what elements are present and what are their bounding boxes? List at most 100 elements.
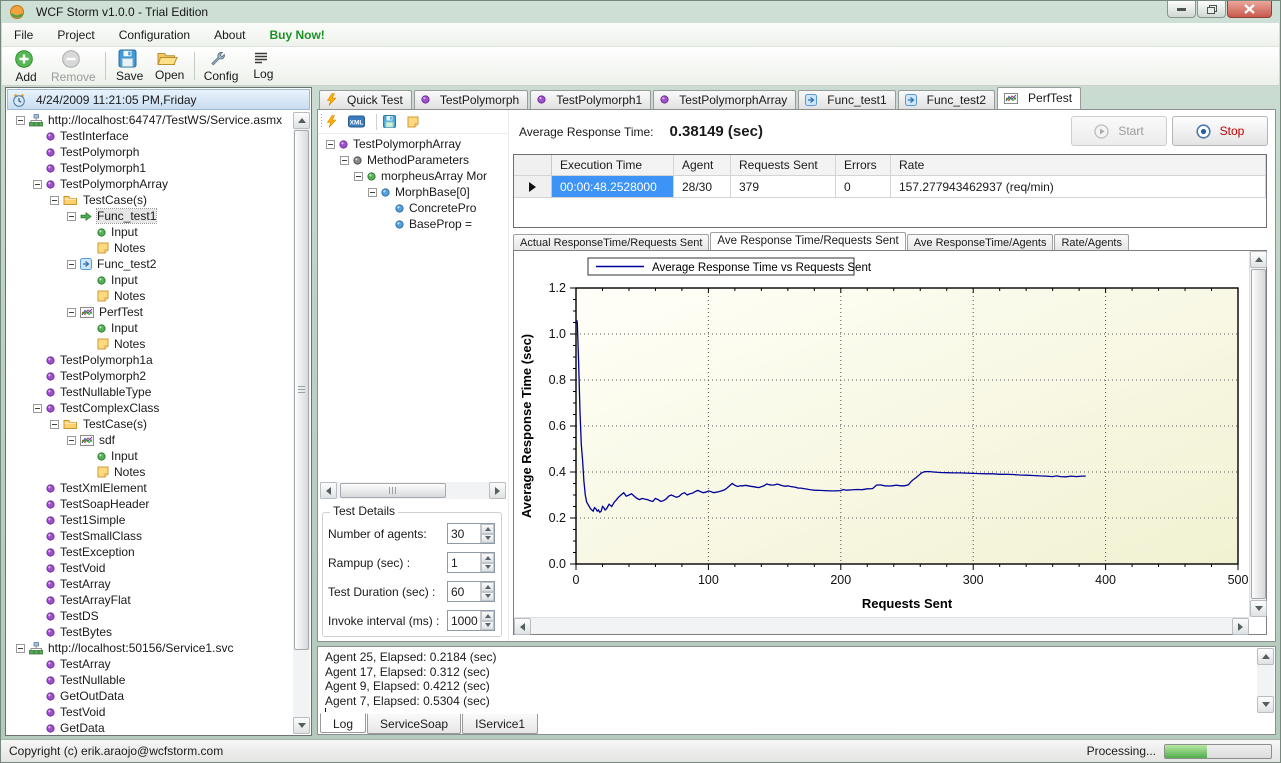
log-scrollbar[interactable]	[1257, 648, 1274, 713]
scroll-right-icon[interactable]	[1232, 618, 1249, 635]
tree-node-getdata[interactable]: GetData	[8, 720, 292, 733]
tree-node-perftest[interactable]: PerfTest	[8, 304, 292, 320]
tree-node-getoutdata[interactable]: GetOutData	[8, 688, 292, 704]
tree-node-testexception[interactable]: TestException	[8, 544, 292, 560]
tree-node-testarray[interactable]: TestArray	[8, 656, 292, 672]
tab-servicesoap[interactable]: ServiceSoap	[367, 714, 461, 734]
tree-node-testpolymorph2[interactable]: TestPolymorph2	[8, 368, 292, 384]
tree-node-testvoid[interactable]: TestVoid	[8, 560, 292, 576]
parameters-hscrollbar[interactable]	[320, 482, 506, 499]
tree-node-testcase-s[interactable]: TestCase(s)	[8, 192, 292, 208]
tree-node-baseprop[interactable]: BaseProp =	[322, 216, 508, 232]
collapse-toggle-icon[interactable]	[33, 404, 42, 413]
tree-node-http-localhost-50156-service1-svc[interactable]: http://localhost:50156/Service1.svc	[8, 640, 292, 656]
scroll-left-icon[interactable]	[514, 618, 531, 635]
menu-item-buy-now[interactable]: Buy Now!	[257, 25, 336, 45]
tab-rate-agents[interactable]: Rate/Agents	[1054, 234, 1129, 250]
tab-quick-test[interactable]: Quick Test	[319, 90, 412, 109]
notes-icon[interactable]	[407, 116, 419, 128]
scroll-down-icon[interactable]	[1250, 600, 1267, 617]
start-button[interactable]: Start	[1071, 116, 1167, 146]
tree-node-http-localhost-64747-testws-service-asmx[interactable]: http://localhost:64747/TestWS/Service.as…	[8, 112, 292, 128]
tree-node-test1simple[interactable]: Test1Simple	[8, 512, 292, 528]
collapse-toggle-icon[interactable]	[33, 180, 42, 189]
collapse-toggle-icon[interactable]	[50, 196, 59, 205]
tab-perftest[interactable]: PerfTest	[997, 87, 1081, 109]
tree-node-testnullabletype[interactable]: TestNullableType	[8, 384, 292, 400]
scroll-up-icon[interactable]	[1257, 648, 1274, 665]
spin-up-icon[interactable]	[481, 524, 494, 534]
field-value[interactable]: 1	[448, 553, 480, 572]
minimize-button[interactable]	[1167, 1, 1196, 18]
tree-node-testsmallclass[interactable]: TestSmallClass	[8, 528, 292, 544]
collapse-toggle-icon[interactable]	[368, 188, 377, 197]
tree-node-testarrayflat[interactable]: TestArrayFlat	[8, 592, 292, 608]
collapse-toggle-icon[interactable]	[67, 308, 76, 317]
scroll-right-icon[interactable]	[489, 482, 506, 499]
tree-node-notes[interactable]: Notes	[8, 288, 292, 304]
tree-node-testbytes[interactable]: TestBytes	[8, 624, 292, 640]
scrollbar-thumb[interactable]	[294, 130, 309, 650]
tree-node-notes[interactable]: Notes	[8, 240, 292, 256]
tree-node-testxmlelement[interactable]: TestXmlElement	[8, 480, 292, 496]
tab-func-test2[interactable]: Func_test2	[898, 90, 995, 109]
scroll-left-icon[interactable]	[320, 482, 337, 499]
toolbar-add-button[interactable]: Add	[6, 48, 46, 84]
tree-node-testinterface[interactable]: TestInterface	[8, 128, 292, 144]
collapse-toggle-icon[interactable]	[16, 644, 25, 653]
collapse-toggle-icon[interactable]	[16, 116, 25, 125]
test-duration-sec-stepper[interactable]: 60	[447, 581, 495, 602]
toolbar-log-button[interactable]: Log	[243, 48, 283, 84]
grid-row[interactable]: 00:00:48.252800028/303790157.27794346293…	[514, 176, 1266, 198]
tab-actual-responsetime-requests-sent[interactable]: Actual ResponseTime/Requests Sent	[513, 234, 709, 250]
tree-node-testpolymorph[interactable]: TestPolymorph	[8, 144, 292, 160]
tree-node-testpolymorph1[interactable]: TestPolymorph1	[8, 160, 292, 176]
tree-node-testsoapheader[interactable]: TestSoapHeader	[8, 496, 292, 512]
tree-node-func-test1[interactable]: Func_test1	[8, 208, 292, 224]
scroll-up-icon[interactable]	[293, 112, 310, 129]
collapse-toggle-icon[interactable]	[67, 436, 76, 445]
tree-node-func-test2[interactable]: Func_test2	[8, 256, 292, 272]
scroll-down-icon[interactable]	[1257, 696, 1274, 713]
tree-node-sdf[interactable]: sdf	[8, 432, 292, 448]
tree-node-notes[interactable]: Notes	[8, 336, 292, 352]
grid-cell-errors[interactable]: 0	[836, 176, 891, 198]
field-value[interactable]: 30	[448, 524, 480, 543]
close-button[interactable]	[1227, 1, 1272, 18]
tab-ave-response-time-requests-sent[interactable]: Ave Response Time/Requests Sent	[710, 232, 905, 250]
toolbar-save-button[interactable]: Save	[110, 48, 150, 84]
tree-node-notes[interactable]: Notes	[8, 464, 292, 480]
spin-down-icon[interactable]	[481, 621, 494, 631]
save-small-icon[interactable]	[383, 115, 396, 128]
rampup-sec-stepper[interactable]: 1	[447, 552, 495, 573]
tab-testpolymorph[interactable]: TestPolymorph	[414, 90, 528, 109]
spin-down-icon[interactable]	[481, 592, 494, 602]
tab-testpolymorpharray[interactable]: TestPolymorphArray	[653, 90, 796, 109]
tree-node-testcomplexclass[interactable]: TestComplexClass	[8, 400, 292, 416]
toolbar-config-button[interactable]: Config	[199, 48, 244, 84]
tree-node-input[interactable]: Input	[8, 448, 292, 464]
grid-header-rate[interactable]: Rate	[891, 155, 1266, 176]
toolbar-remove-button[interactable]: Remove	[46, 48, 101, 84]
menu-item-project[interactable]: Project	[45, 25, 106, 45]
tab-log[interactable]: Log	[320, 713, 366, 733]
tree-node-testds[interactable]: TestDS	[8, 608, 292, 624]
collapse-toggle-icon[interactable]	[326, 140, 335, 149]
tree-node-methodparameters[interactable]: MethodParameters	[322, 152, 508, 168]
collapse-toggle-icon[interactable]	[67, 212, 76, 221]
spin-down-icon[interactable]	[481, 534, 494, 544]
stop-button[interactable]: Stop	[1172, 116, 1268, 146]
grid-header-errors[interactable]: Errors	[836, 155, 891, 176]
scrollbar-thumb[interactable]	[1251, 269, 1266, 599]
spin-down-icon[interactable]	[481, 563, 494, 573]
tree-node-input[interactable]: Input	[8, 224, 292, 240]
tree-node-input[interactable]: Input	[8, 272, 292, 288]
collapse-toggle-icon[interactable]	[354, 172, 363, 181]
tree-node-concretepro[interactable]: ConcretePro	[322, 200, 508, 216]
tree-node-testarray[interactable]: TestArray	[8, 576, 292, 592]
menu-item-about[interactable]: About	[202, 25, 257, 45]
tab-testpolymorph1[interactable]: TestPolymorph1	[530, 90, 651, 109]
grid-cell-rate[interactable]: 157.277943462937 (req/min)	[891, 176, 1266, 198]
chart-vscrollbar[interactable]	[1249, 251, 1266, 617]
menu-item-file[interactable]: File	[2, 25, 45, 45]
